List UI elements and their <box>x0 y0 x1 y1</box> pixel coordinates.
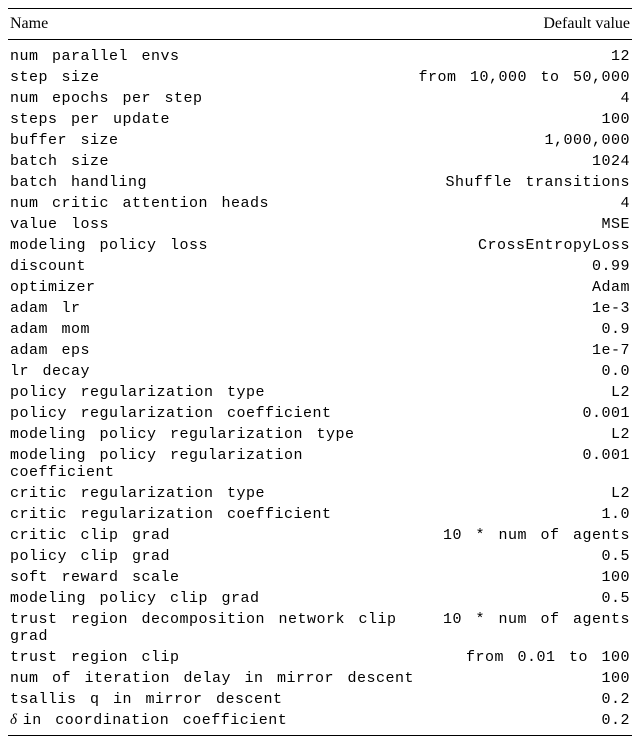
param-name: trust region clip <box>8 647 416 668</box>
table-row: num of iteration delay in mirror descent… <box>8 668 632 689</box>
table-row: steps per update100 <box>8 109 632 130</box>
param-value: 1024 <box>416 151 632 172</box>
param-value: 1e-3 <box>416 298 632 319</box>
param-value: CrossEntropyLoss <box>416 235 632 256</box>
param-value: from 0.01 to 100 <box>416 647 632 668</box>
param-value: from 10,000 to 50,000 <box>416 67 632 88</box>
param-value: 0.9 <box>416 319 632 340</box>
param-name: tsallis q in mirror descent <box>8 689 416 710</box>
param-name: batch handling <box>8 172 416 193</box>
param-name: adam eps <box>8 340 416 361</box>
table-row: modeling policy clip grad0.5 <box>8 588 632 609</box>
param-name: step size <box>8 67 416 88</box>
col-header-name: Name <box>8 9 416 40</box>
param-value: 1,000,000 <box>416 130 632 151</box>
param-name: soft reward scale <box>8 567 416 588</box>
param-value: 0.001 <box>416 403 632 424</box>
param-name: steps per update <box>8 109 416 130</box>
param-name: discount <box>8 256 416 277</box>
table-row: step sizefrom 10,000 to 50,000 <box>8 67 632 88</box>
table-row: modeling policy regularization typeL2 <box>8 424 632 445</box>
col-header-value: Default value <box>416 9 632 40</box>
table-header-row: Name Default value <box>8 9 632 40</box>
param-value: Adam <box>416 277 632 298</box>
table-row: policy clip grad0.5 <box>8 546 632 567</box>
param-value: Shuffle transitions <box>416 172 632 193</box>
param-name: critic regularization type <box>8 483 416 504</box>
param-value: 0.5 <box>416 588 632 609</box>
param-name: modeling policy clip grad <box>8 588 416 609</box>
param-name: critic clip grad <box>8 525 416 546</box>
table-row: modeling policy regularization coefficie… <box>8 445 632 483</box>
table-row: optimizerAdam <box>8 277 632 298</box>
param-value: 4 <box>416 193 632 214</box>
table-row: tsallis q in mirror descent0.2 <box>8 689 632 710</box>
table-row: trust region decomposition network clip … <box>8 609 632 647</box>
param-value: 1.0 <box>416 504 632 525</box>
table-row: num epochs per step4 <box>8 88 632 109</box>
table-row: batch handlingShuffle transitions <box>8 172 632 193</box>
table-row: num critic attention heads4 <box>8 193 632 214</box>
param-name: batch size <box>8 151 416 172</box>
hyperparameter-table: Name Default value num parallel envs12st… <box>8 8 632 736</box>
param-value: 0.5 <box>416 546 632 567</box>
table-row: critic regularization coefficient1.0 <box>8 504 632 525</box>
param-value: 100 <box>416 567 632 588</box>
param-value: 0.2 <box>416 689 632 710</box>
param-name: num critic attention heads <box>8 193 416 214</box>
param-name: critic regularization coefficient <box>8 504 416 525</box>
param-value: L2 <box>416 382 632 403</box>
table-row: adam mom0.9 <box>8 319 632 340</box>
param-value: 10 * num of agents <box>416 525 632 546</box>
table-row: adam lr1e-3 <box>8 298 632 319</box>
table-row: adam eps1e-7 <box>8 340 632 361</box>
param-name: modeling policy regularization type <box>8 424 416 445</box>
param-name: adam lr <box>8 298 416 319</box>
table-row: trust region clipfrom 0.01 to 100 <box>8 647 632 668</box>
table-row: lr decay0.0 <box>8 361 632 382</box>
param-value: 0.99 <box>416 256 632 277</box>
param-name: trust region decomposition network clip … <box>8 609 416 647</box>
param-name: policy clip grad <box>8 546 416 567</box>
param-name: num epochs per step <box>8 88 416 109</box>
param-name: modeling policy loss <box>8 235 416 256</box>
param-name: num of iteration delay in mirror descent <box>8 668 416 689</box>
param-value: L2 <box>416 424 632 445</box>
param-name: optimizer <box>8 277 416 298</box>
param-value: 100 <box>416 668 632 689</box>
param-name: modeling policy regularization coefficie… <box>8 445 416 483</box>
param-value: MSE <box>416 214 632 235</box>
table-row: policy regularization coefficient0.001 <box>8 403 632 424</box>
hyperparameter-table-wrap: Name Default value num parallel envs12st… <box>0 0 640 744</box>
param-value: 1e-7 <box>416 340 632 361</box>
param-value: 0.001 <box>416 445 632 483</box>
param-value: 12 <box>416 40 632 68</box>
table-row: discount0.99 <box>8 256 632 277</box>
param-name: lr decay <box>8 361 416 382</box>
param-name: num parallel envs <box>8 40 416 68</box>
param-name: buffer size <box>8 130 416 151</box>
table-row: buffer size1,000,000 <box>8 130 632 151</box>
table-row: critic clip grad10 * num of agents <box>8 525 632 546</box>
param-name: value loss <box>8 214 416 235</box>
table-row: value lossMSE <box>8 214 632 235</box>
param-value: 4 <box>416 88 632 109</box>
param-name: policy regularization type <box>8 382 416 403</box>
table-row: policy regularization typeL2 <box>8 382 632 403</box>
param-value: L2 <box>416 483 632 504</box>
param-value: 0.0 <box>416 361 632 382</box>
table-row: num parallel envs12 <box>8 40 632 68</box>
table-row: batch size1024 <box>8 151 632 172</box>
param-value: 10 * num of agents <box>416 609 632 647</box>
param-name: adam mom <box>8 319 416 340</box>
table-row: modeling policy lossCrossEntropyLoss <box>8 235 632 256</box>
param-name: policy regularization coefficient <box>8 403 416 424</box>
table-row: critic regularization typeL2 <box>8 483 632 504</box>
table-row: soft reward scale100 <box>8 567 632 588</box>
param-value: 100 <box>416 109 632 130</box>
